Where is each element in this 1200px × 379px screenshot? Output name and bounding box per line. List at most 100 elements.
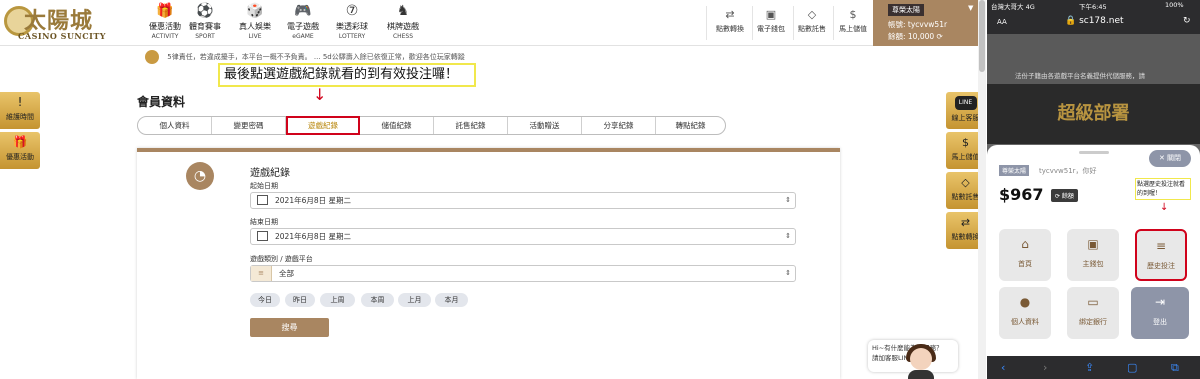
gamepad-icon: 🎮: [294, 3, 312, 19]
brand-logo[interactable]: 太陽城 CASINO SUNCITY: [4, 3, 122, 43]
close-button[interactable]: ✕ 關閉: [1149, 150, 1191, 167]
brand-sub: CASINO SUNCITY: [18, 31, 106, 41]
sheet-handle[interactable]: [1079, 151, 1109, 154]
line-icon: LINE: [954, 96, 977, 110]
balance-text: 餘額: 10,000 ⟳: [888, 32, 943, 41]
transfer-icon: ⇄: [725, 8, 735, 21]
nav-sport[interactable]: ⚽ 體育賽事 SPORT: [178, 3, 232, 43]
nav-chess-label: 棋牌遊戲: [387, 22, 419, 31]
nav-chess[interactable]: ♞ 棋牌遊戲 CHESS: [376, 3, 430, 43]
dice-icon: 🎲: [246, 3, 264, 19]
card-icon: ▭: [1087, 295, 1099, 309]
chess-icon: ♞: [396, 3, 410, 19]
tile-profile[interactable]: ● 個人資料: [999, 287, 1051, 339]
nav-sport-sublabel: SPORT: [195, 33, 215, 40]
tab-game-records[interactable]: 遊戲紀錄: [286, 116, 360, 135]
tab-profile[interactable]: 個人資料: [138, 117, 212, 134]
share-icon[interactable]: ⇪: [1085, 361, 1094, 374]
search-button[interactable]: 搜尋: [250, 318, 329, 337]
tab-sell-records[interactable]: 託售紀錄: [434, 117, 508, 134]
diamond-icon: ◇: [807, 8, 817, 21]
end-date-value: 2021年6月8日 星期二: [275, 232, 352, 241]
wallet-ewallet[interactable]: ▣ 電子錢包: [751, 8, 791, 34]
nav-egame-label: 電子遊戲: [287, 22, 319, 31]
forward-icon[interactable]: ›: [1043, 361, 1047, 374]
wallet-transfer[interactable]: ⇄ 點數轉換: [710, 8, 750, 34]
scrollbar-thumb[interactable]: [979, 0, 985, 72]
quick-yesterday-button[interactable]: 昨日: [285, 293, 315, 307]
logout-icon: ⇥: [1154, 295, 1166, 309]
end-date-label: 結束日期: [250, 218, 278, 226]
nav-lottery-label: 樂透彩球: [336, 22, 368, 31]
nav-lottery[interactable]: ⑦ 樂透彩球 LOTTERY: [325, 3, 379, 43]
wallet-deposit[interactable]: $ 馬上儲值: [833, 8, 873, 34]
tab-transfer-records[interactable]: 轉點紀錄: [656, 117, 725, 134]
wallet-ewallet-label: 電子錢包: [757, 25, 785, 33]
tab-deposit-records[interactable]: 儲值紀錄: [360, 117, 434, 134]
calendar-icon: [257, 231, 268, 241]
tabs-icon[interactable]: ⧉: [1171, 361, 1179, 375]
reload-icon[interactable]: ↻: [1183, 16, 1191, 26]
maintenance-button[interactable]: ! 維護時間: [0, 92, 40, 129]
promotion-button[interactable]: 🎁 優惠活動: [0, 132, 40, 169]
chevron-down-icon[interactable]: ▼: [968, 4, 973, 12]
promotion-label: 優惠活動: [6, 153, 34, 161]
tile-home[interactable]: ⌂ 首頁: [999, 229, 1051, 281]
back-icon[interactable]: ‹: [1001, 361, 1005, 374]
bookmarks-icon[interactable]: ▢: [1127, 361, 1137, 374]
chevron-updown-icon: ⇕: [785, 269, 791, 277]
phone-notice: 法份子籍由各遊戲平台名義提供代儲服務，請: [1015, 72, 1145, 80]
list-icon: ≡: [251, 266, 272, 281]
text-size-button[interactable]: AA: [997, 18, 1007, 26]
end-date-field[interactable]: 2021年6月8日 星期二 ⇕: [250, 228, 796, 245]
tab-activity-gifts[interactable]: 活動贈送: [508, 117, 582, 134]
tab-share-records[interactable]: 分享紀錄: [582, 117, 656, 134]
tab-password[interactable]: 變更密碼: [212, 117, 286, 134]
user-box[interactable]: 尊榮太陽 ▼ 帳號: tycvvw51r 餘額: 10,000 ⟳: [873, 0, 983, 46]
tile-main-wallet[interactable]: ▣ 主錢包: [1067, 229, 1119, 281]
url-text[interactable]: 🔒 sc178.net: [1065, 16, 1124, 26]
arrow-down-icon: ↓: [1160, 202, 1169, 213]
start-date-field[interactable]: 2021年6月8日 星期二 ⇕: [250, 192, 796, 209]
quick-this-month-button[interactable]: 本月: [435, 293, 468, 307]
close-label: 關閉: [1167, 154, 1182, 162]
quick-last-week-button[interactable]: 上周: [320, 293, 355, 307]
user-icon: ●: [1019, 295, 1031, 309]
tile-logout-label: 登出: [1153, 318, 1167, 326]
support-agent-avatar[interactable]: [902, 344, 940, 379]
nav-sport-label: 體育賽事: [189, 22, 221, 31]
agent-face: [910, 348, 932, 370]
vip-badge: 尊榮太陽: [888, 4, 924, 16]
quick-today-button[interactable]: 今日: [250, 293, 280, 307]
phone-greeting: tycvvw51r，你好: [1039, 167, 1097, 175]
quick-this-week-button[interactable]: 本周: [361, 293, 394, 307]
phone-vip-badge: 尊榮太陽: [999, 165, 1030, 176]
tile-bet-history-label: 歷史投注: [1147, 262, 1175, 270]
member-tabs: 個人資料 變更密碼 遊戲紀錄 儲值紀錄 託售紀錄 活動贈送 分享紀錄 轉點紀錄: [137, 116, 726, 135]
refresh-balance-button[interactable]: ⟳ 餘額: [1051, 189, 1078, 202]
page-scrollbar[interactable]: [978, 0, 986, 379]
phone-menu-sheet: 尊榮太陽 tycvvw51r，你好 ✕ 關閉 $967 ⟳ 餘額 點選歷史投注就…: [987, 145, 1200, 356]
category-label: 遊戲類別 / 遊戲平台: [250, 255, 313, 263]
chevron-updown-icon: ⇕: [785, 196, 791, 204]
phone-page-background: 法份子籍由各遊戲平台名義提供代儲服務，請 超級部署: [987, 34, 1200, 144]
phone-url-bar[interactable]: AA 🔒 sc178.net ↻: [987, 10, 1200, 34]
category-select[interactable]: ≡ 全部 ⇕: [250, 265, 796, 282]
soccer-icon: ⚽: [196, 3, 214, 19]
start-date-value: 2021年6月8日 星期二: [275, 196, 352, 205]
mobile-screenshot: 台灣大哥大 4G 下午6:45 100% AA 🔒 sc178.net ↻ 法份…: [987, 0, 1200, 379]
phone-callout: 點選歷史投注就看的到喔！: [1135, 178, 1191, 200]
announcement-text: 5律責任，若違成擾手，本平台一概不予負責。 ... 5d公驛壽入餘已依復正常，歡…: [167, 53, 465, 61]
tile-profile-label: 個人資料: [1011, 318, 1039, 326]
nav-live[interactable]: 🎲 真人娛樂 LIVE: [228, 3, 282, 43]
home-icon: ⌂: [1021, 237, 1029, 251]
tile-logout[interactable]: ⇥ 登出: [1131, 287, 1189, 339]
history-icon: ≡: [1155, 239, 1167, 253]
agent-body: [908, 370, 934, 379]
nav-egame[interactable]: 🎮 電子遊戲 eGAME: [276, 3, 330, 43]
top-navbar: 太陽城 CASINO SUNCITY 🎁 優惠活動 ACTIVITY ⚽ 體育賽…: [0, 0, 983, 46]
wallet-sell[interactable]: ◇ 點數託售: [792, 8, 832, 34]
quick-last-month-button[interactable]: 上月: [398, 293, 431, 307]
tile-bind-bank[interactable]: ▭ 綁定銀行: [1067, 287, 1119, 339]
tile-bet-history[interactable]: ≡ 歷史投注: [1135, 229, 1187, 281]
